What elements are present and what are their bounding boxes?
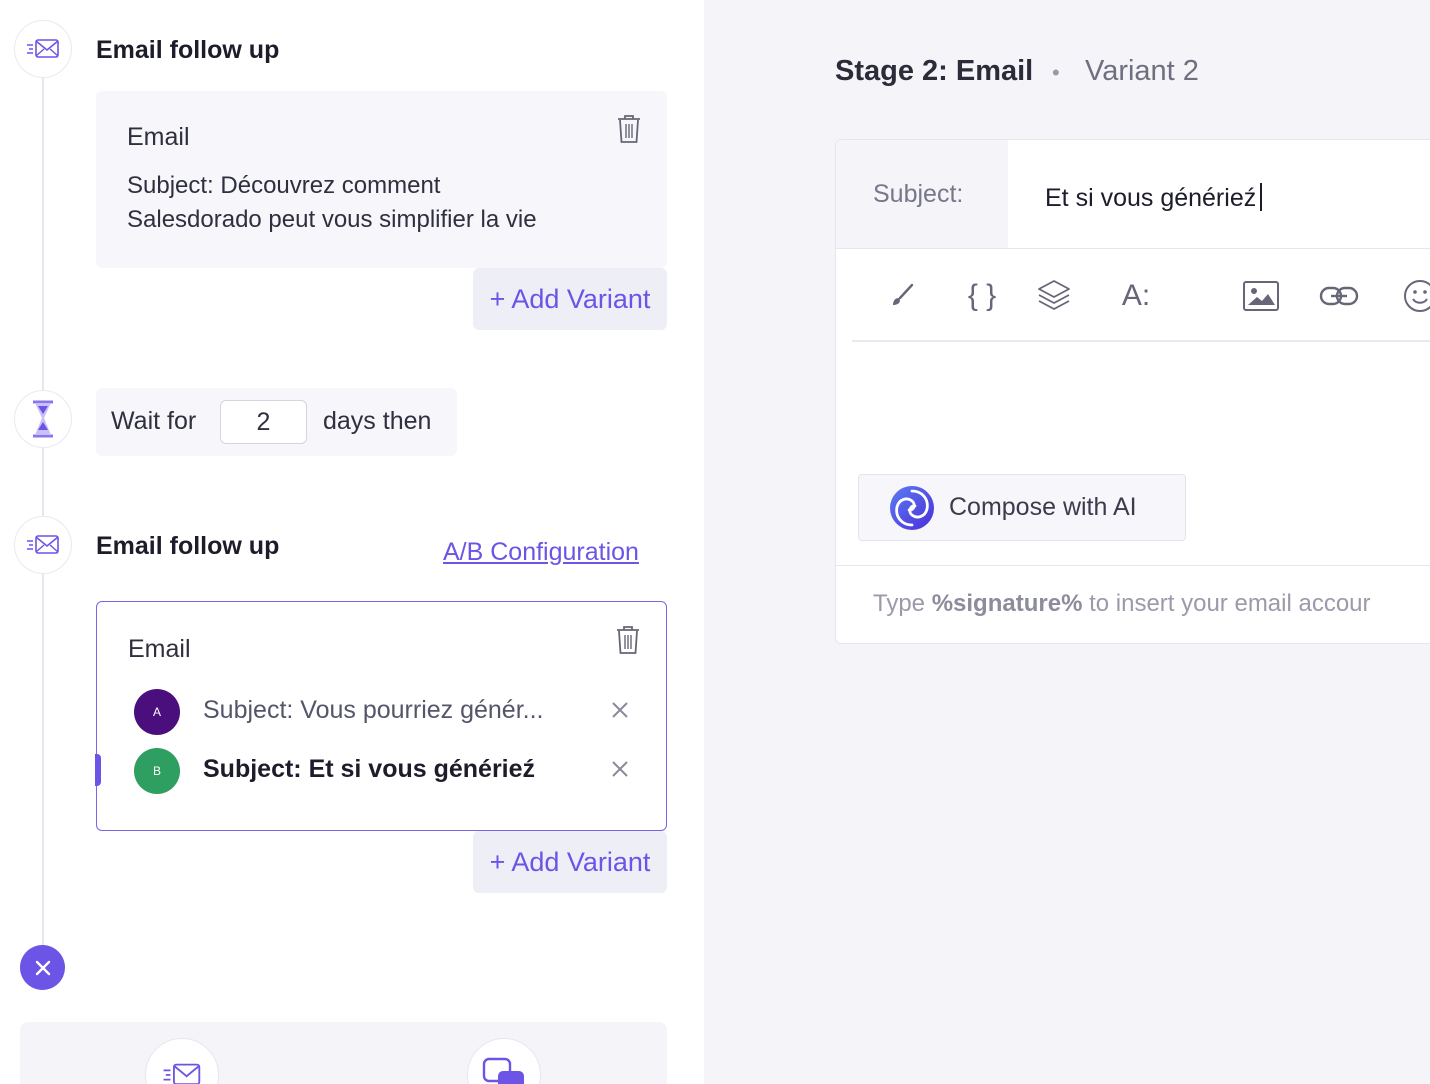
emoji-icon[interactable] <box>1400 276 1430 316</box>
add-variant-button[interactable]: + Add Variant <box>473 268 667 330</box>
variant-row-active[interactable]: B Subject: Et si vous générieź <box>95 744 668 798</box>
title-separator: • <box>1052 60 1060 85</box>
variant-subject: Subject: Vous pourriez génér... <box>203 696 544 724</box>
close-add-step-button[interactable] <box>20 945 65 990</box>
text-caret <box>1260 183 1263 211</box>
add-step-panel <box>20 1022 667 1084</box>
signature-hint-text: Type %signature% to insert your email ac… <box>873 590 1371 617</box>
email-send-icon <box>27 39 59 58</box>
email-card[interactable]: Email Subject: Découvrez comment Salesdo… <box>96 91 667 268</box>
braces-icon[interactable]: { } <box>956 276 1008 316</box>
wait-step-node <box>14 390 72 448</box>
ab-configuration-link[interactable]: A/B Configuration <box>443 538 639 567</box>
chat-icon <box>482 1057 524 1084</box>
close-icon <box>35 960 50 975</box>
variant-row[interactable]: A Subject: Vous pourriez génér... <box>97 685 668 739</box>
stage-title: Stage 2: Email <box>835 55 1034 87</box>
email-subject-line: Subject: Découvrez comment <box>127 172 441 199</box>
trash-icon[interactable] <box>615 625 641 655</box>
variant-badge-a: A <box>134 689 180 735</box>
subject-label-cell: Subject: <box>836 140 1008 249</box>
compose-with-ai-label: Compose with AI <box>949 493 1137 521</box>
step-title: Email follow up <box>96 36 280 64</box>
step-title: Email follow up <box>96 532 280 560</box>
email-step-node <box>14 20 72 78</box>
email-card-label: Email <box>127 123 190 151</box>
close-icon[interactable] <box>608 698 632 722</box>
email-card-label: Email <box>128 635 191 663</box>
email-card-selected[interactable]: Email A Subject: Vous pourriez génér... … <box>95 601 668 831</box>
email-send-icon <box>27 535 59 554</box>
wait-suffix: days then <box>323 407 432 435</box>
wait-days-input[interactable]: 2 <box>220 400 307 444</box>
add-message-step-button[interactable] <box>467 1038 541 1084</box>
link-icon[interactable] <box>1319 276 1359 316</box>
wait-prefix: Wait for <box>111 407 197 435</box>
image-icon[interactable] <box>1241 276 1281 316</box>
signature-hint: Type %signature% to insert your email ac… <box>836 565 1430 643</box>
sequence-panel: Email follow up Email Subject: Découvrez… <box>0 0 704 1084</box>
editor-panel: Stage 2: Email • Variant 2 Subject: Et s… <box>704 0 1430 1084</box>
hourglass-icon <box>33 400 53 438</box>
add-email-step-button[interactable] <box>145 1038 219 1084</box>
email-editor: Subject: Et si vous générieź { } A: Comp… <box>835 139 1430 644</box>
brush-icon[interactable] <box>882 276 922 316</box>
timeline-line <box>42 60 44 950</box>
email-send-icon <box>163 1063 201 1084</box>
subject-label: Subject: <box>873 180 964 208</box>
subject-value: Et si vous générieź <box>1045 183 1263 213</box>
add-variant-button[interactable]: + Add Variant <box>473 831 667 893</box>
email-step-node <box>14 516 72 574</box>
layers-icon[interactable] <box>1034 276 1074 316</box>
variant-subject: Subject: Et si vous générieź <box>203 755 536 783</box>
active-variant-indicator <box>95 754 101 786</box>
trash-icon[interactable] <box>616 114 642 144</box>
close-icon[interactable] <box>608 757 632 781</box>
subject-input[interactable]: Et si vous générieź <box>1008 140 1430 249</box>
compose-with-ai-button[interactable]: Compose with AI <box>858 474 1186 541</box>
editor-toolbar: { } A: <box>852 250 1430 342</box>
variant-label: Variant 2 <box>1085 55 1199 87</box>
wait-step: Wait for 2 days then <box>96 388 457 456</box>
font-icon[interactable]: A: <box>1112 276 1160 316</box>
variant-badge-b: B <box>134 748 180 794</box>
email-subject-line: Salesdorado peut vous simplifier la vie <box>127 206 537 233</box>
ai-swirl-icon <box>890 486 934 530</box>
